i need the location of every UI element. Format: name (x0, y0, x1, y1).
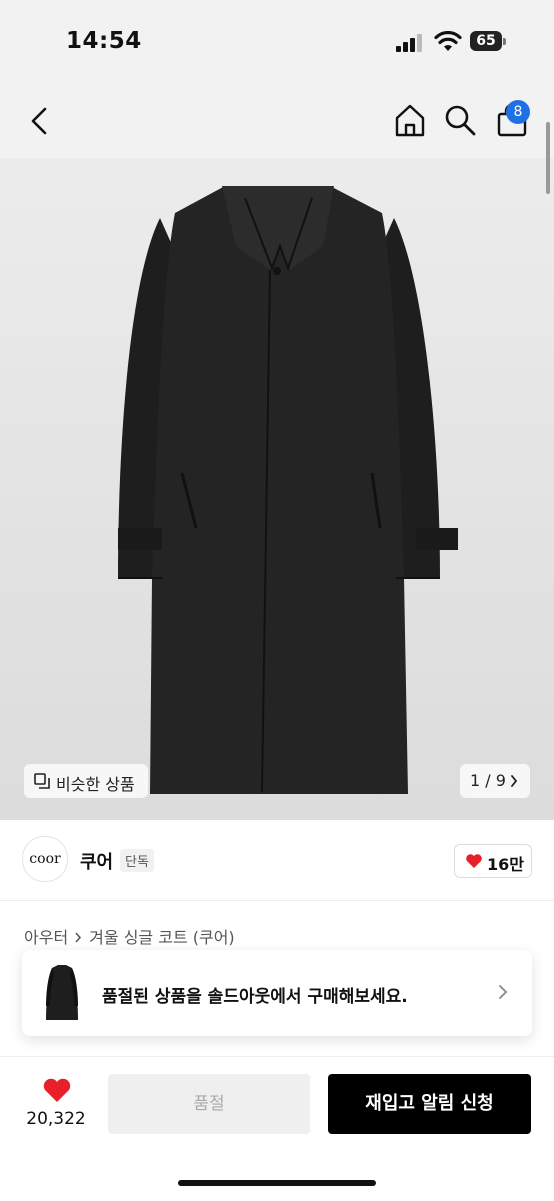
similar-products-button[interactable]: 비슷한 상품 (24, 764, 148, 798)
product-image-gallery[interactable] (0, 158, 554, 820)
brand-row: coor 쿠어 단독 16만 (0, 822, 554, 901)
chevron-right-icon (499, 985, 508, 999)
breadcrumb: 아우터 겨울 싱글 코트 (쿠어) (24, 924, 235, 948)
wishlist-heart-icon[interactable] (42, 1077, 72, 1103)
heart-icon (466, 854, 482, 868)
wishlist-count: 20,322 (26, 1109, 86, 1129)
soldout-marketplace-banner[interactable]: 품절된 상품을 솔드아웃에서 구매해보세요. (22, 950, 532, 1036)
chevron-right-icon (511, 775, 518, 787)
battery-level: 65 (470, 31, 502, 51)
brand-logo[interactable]: coor (22, 836, 68, 882)
similar-products-label: 비슷한 상품 (56, 775, 135, 794)
page-scrollbar[interactable] (546, 122, 550, 194)
wifi-icon (434, 31, 462, 51)
brand-like-button[interactable]: 16만 (454, 844, 532, 878)
banner-product-thumbnail (38, 962, 86, 1024)
breadcrumb-product: 겨울 싱글 코트 (쿠어) (89, 928, 235, 947)
cellular-signal-icon (396, 34, 422, 52)
brand-name[interactable]: 쿠어 (80, 848, 113, 874)
brand-like-count: 16만 (487, 855, 524, 874)
restock-alert-button[interactable]: 재입고 알림 신청 (328, 1074, 531, 1134)
image-pager[interactable]: 1 / 9 (460, 764, 530, 798)
back-arrow-icon[interactable] (24, 104, 56, 138)
home-indicator (178, 1180, 376, 1186)
product-photo-coat (118, 186, 458, 794)
banner-message: 품절된 상품을 솔드아웃에서 구매해보세요. (102, 987, 408, 1007)
search-icon[interactable] (442, 102, 478, 138)
battery-indicator: 65 (470, 31, 508, 52)
top-nav: 8 (0, 84, 554, 158)
cart-count-badge: 8 (506, 100, 530, 124)
chevron-right-icon (75, 932, 82, 943)
image-pager-count: 1 / 9 (470, 771, 506, 790)
status-time: 14:54 (66, 28, 142, 54)
home-icon[interactable] (392, 102, 428, 138)
battery-tip (503, 38, 506, 45)
breadcrumb-category[interactable]: 아우터 (24, 924, 68, 948)
copy-icon (34, 773, 50, 789)
status-bar: 14:54 65 (0, 0, 554, 84)
exclusive-badge: 단독 (120, 849, 154, 872)
soldout-button: 품절 (108, 1074, 310, 1134)
